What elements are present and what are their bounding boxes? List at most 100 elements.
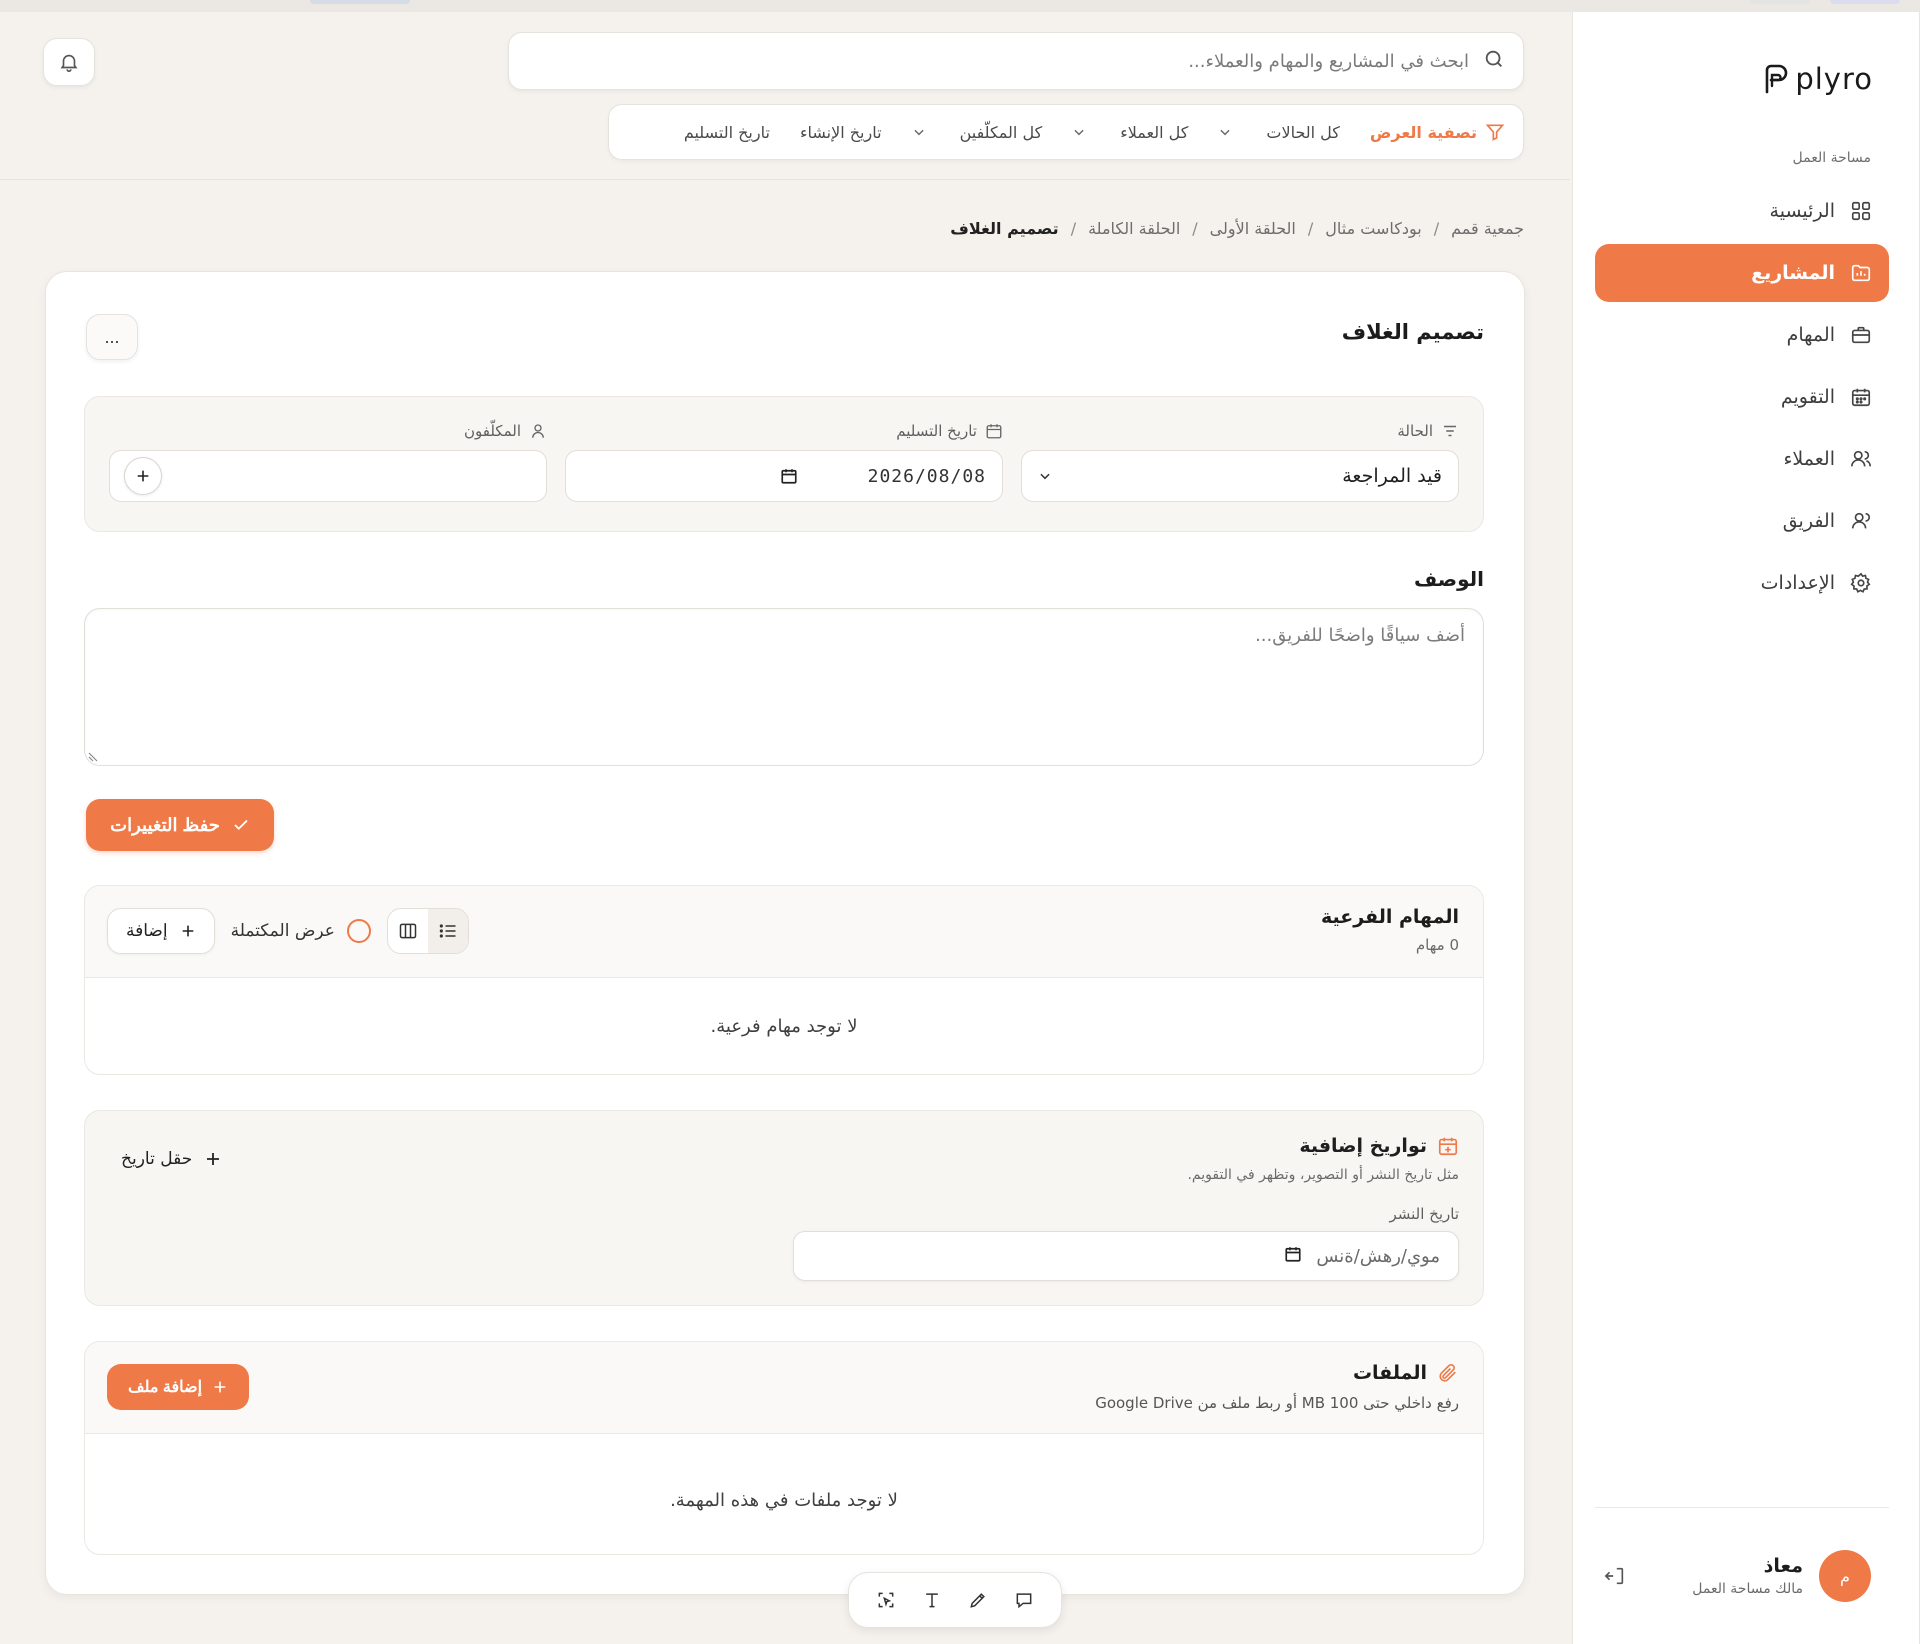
brand-logo[interactable]: plyro [1763, 62, 1873, 96]
delivery-date-filter-value: تاريخ التسليم [683, 122, 770, 142]
breadcrumb-separator: / [1433, 219, 1440, 238]
pen-tool-icon[interactable] [963, 1585, 993, 1615]
files-panel: الملفات رفع داخلي حتى 100 MB أو ربط ملف … [84, 1341, 1484, 1555]
sidebar-item-label: المهام [1786, 324, 1835, 346]
description-label: الوصف [1413, 567, 1484, 591]
description-textarea[interactable] [84, 608, 1484, 766]
logout-icon[interactable] [1601, 1562, 1629, 1590]
text-tool-icon[interactable] [917, 1585, 947, 1615]
due-date-input[interactable]: 2026/08/08 [565, 450, 1003, 502]
save-changes-button[interactable]: حفظ التغييرات [86, 799, 274, 851]
assignees-label: المكلّفون [109, 421, 547, 441]
team-icon [1849, 509, 1873, 533]
assignees-filter[interactable]: كل المكلّفين [912, 123, 1042, 142]
sidebar-item-label: المشاريع [1751, 262, 1835, 284]
due-date-label-text: تاريخ التسليم [896, 422, 977, 440]
files-title: الملفات [109, 1362, 1459, 1384]
extra-dates-body: تواريخ إضافية مثل تاريخ النشر أو التصوير… [109, 1135, 1459, 1281]
breadcrumb: جمعية قمم / بودكاست مثال / الحلقة الأولى… [950, 219, 1524, 238]
search-icon [1483, 48, 1505, 74]
avatar: م [1819, 1550, 1871, 1602]
sidebar-item-settings[interactable]: الإعدادات [1595, 554, 1889, 612]
sidebar-item-label: التقويم [1780, 386, 1835, 408]
add-date-field-button[interactable]: حقل تاريخ [121, 1149, 222, 1169]
extra-dates-panel: تواريخ إضافية مثل تاريخ النشر أو التصوير… [84, 1110, 1484, 1306]
sidebar-item-projects[interactable]: المشاريع [1595, 244, 1889, 302]
sidebar-item-calendar[interactable]: التقويم [1595, 368, 1889, 426]
filter-icon [1485, 124, 1505, 141]
subtasks-empty-state: لا توجد مهام فرعية. [710, 1016, 858, 1037]
user-profile[interactable]: م معاذ مالك مساحة العمل [1601, 1550, 1871, 1602]
resize-handle-icon[interactable] [88, 750, 100, 762]
assignees-label-text: المكلّفون [463, 422, 521, 440]
delivery-date-filter[interactable]: تاريخ التسليم [684, 123, 770, 142]
annotation-toolbar [848, 1572, 1062, 1628]
sidebar-item-team[interactable]: الفريق [1595, 492, 1889, 550]
list-view-button[interactable] [427, 909, 468, 953]
due-date-field: تاريخ التسليم 2026/08/08 [565, 421, 1003, 502]
add-file-button[interactable]: إضافة ملف [107, 1364, 249, 1410]
briefcase-icon [1849, 323, 1873, 347]
comment-tool-icon[interactable] [1009, 1585, 1039, 1615]
plus-icon [207, 1153, 220, 1165]
clients-filter[interactable]: كل العملاء [1072, 123, 1188, 142]
show-completed-toggle[interactable]: عرض المكتملة [231, 919, 371, 943]
breadcrumb-separator: / [1192, 219, 1198, 238]
plus-icon [137, 470, 149, 482]
sort-lines-icon [1444, 425, 1456, 437]
status-select[interactable]: قيد المراجعة [1021, 450, 1459, 502]
breadcrumb-separator: / [1070, 219, 1077, 238]
radio-ring-icon [346, 919, 371, 943]
chevron-down-icon [913, 129, 924, 136]
due-date-label: تاريخ التسليم [565, 421, 1003, 441]
board-view-button[interactable] [388, 909, 428, 953]
subtasks-controls: إضافة عرض المكتملة [107, 908, 469, 954]
created-date-filter-value: تاريخ الإنشاء [799, 122, 882, 142]
breadcrumb-item[interactable]: الحلقة الأولى [1210, 219, 1296, 238]
breadcrumb-item[interactable]: الحلقة الكاملة [1088, 219, 1180, 238]
publish-date-placeholder: موي/رهش/ةنس [1316, 1245, 1440, 1267]
more-options-button[interactable]: ... [86, 314, 138, 360]
search-bar[interactable] [508, 32, 1524, 90]
breadcrumb-item[interactable]: بودكاست مثال [1325, 219, 1421, 238]
strip-tab [310, 0, 410, 4]
chevron-down-icon [1040, 473, 1050, 480]
sidebar-item-label: العملاء [1783, 448, 1836, 470]
workspace-section-label: مساحة العمل [1792, 150, 1871, 166]
status-filter[interactable]: كل الحالات [1218, 123, 1340, 142]
calendar-picker-icon[interactable] [1284, 1245, 1302, 1267]
select-area-icon[interactable] [871, 1585, 901, 1615]
add-subtask-button[interactable]: إضافة [107, 908, 215, 954]
extra-dates-title-text: تواريخ إضافية [1299, 1135, 1427, 1157]
sidebar-item-clients[interactable]: العملاء [1595, 430, 1889, 488]
status-filter-value: كل الحالات [1266, 122, 1340, 142]
created-date-filter[interactable]: تاريخ الإنشاء [800, 123, 882, 142]
sidebar-divider [1595, 1507, 1889, 1508]
filter-label-text: تصفية العرض [1369, 122, 1477, 142]
sidebar-item-home[interactable]: الرئيسية [1595, 182, 1889, 240]
subtasks-header: المهام الفرعية 0 مهام إضافة عرض المكتملة [85, 886, 1483, 978]
filter-label: تصفية العرض [1370, 122, 1505, 142]
check-icon [234, 819, 248, 831]
add-date-field-label: حقل تاريخ [121, 1149, 193, 1169]
extra-dates-title: تواريخ إضافية [109, 1135, 1459, 1157]
user-icon [532, 424, 544, 438]
status-label-text: الحالة [1397, 422, 1433, 440]
save-changes-label: حفظ التغييرات [110, 814, 220, 835]
add-assignee-button[interactable] [124, 457, 162, 495]
strip-tab [1830, 0, 1900, 4]
sidebar-item-label: الفريق [1782, 510, 1835, 532]
search-input[interactable] [527, 50, 1469, 72]
notifications-button[interactable] [43, 38, 95, 86]
clients-filter-value: كل العملاء [1120, 122, 1189, 142]
list-icon [439, 924, 456, 938]
add-file-label: إضافة ملف [128, 1379, 203, 1396]
publish-date-input[interactable]: موي/رهش/ةنس [793, 1231, 1459, 1281]
breadcrumb-item[interactable]: جمعية قمم [1451, 219, 1524, 238]
due-date-value: 2026/08/08 [867, 465, 986, 487]
sidebar-item-label: الرئيسية [1769, 200, 1835, 222]
calendar-picker-icon[interactable] [780, 467, 798, 485]
sidebar-item-tasks[interactable]: المهام [1595, 306, 1889, 364]
breadcrumb-current: تصميم الغلاف [950, 219, 1059, 238]
calendar-icon [1849, 385, 1873, 409]
